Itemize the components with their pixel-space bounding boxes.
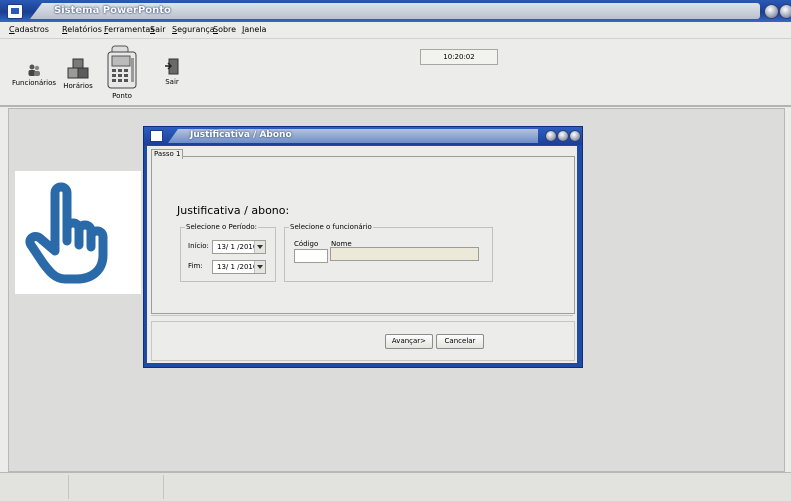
period-group-label: Selecione o Período: <box>185 223 259 231</box>
toolbar-sair-label: Sair <box>165 78 179 86</box>
divider <box>151 315 573 316</box>
toolbar-funcionarios-label: Funcionários <box>11 79 57 87</box>
menu-janela[interactable]: Janela <box>242 25 266 34</box>
dialog-button-bar: Avançar> Cancelar <box>151 321 575 361</box>
clock-display: 10:20:02 <box>420 49 498 65</box>
fim-date-value: 13/ 1 /2010 <box>217 263 258 271</box>
employee-group: Selecione o funcionário Código Nome <box>284 223 493 282</box>
app-system-menu-icon[interactable] <box>7 4 23 19</box>
menu-bar: Cadastros Relatórios Ferramentas Sair Se… <box>0 22 791 39</box>
status-panel-1 <box>0 475 69 499</box>
inicio-date-value: 13/ 1 /2010 <box>217 243 258 251</box>
tab-page: Justificativa / abono: Selecione o Perío… <box>151 156 575 314</box>
fim-date-picker[interactable]: 13/ 1 /2010 <box>212 260 266 274</box>
fim-label: Fim: <box>188 262 203 270</box>
inicio-date-picker[interactable]: 13/ 1 /2010 <box>212 240 266 254</box>
menu-sobre[interactable]: Sobre <box>213 25 236 34</box>
avancar-button[interactable]: Avançar> <box>385 334 433 349</box>
toolbar-ponto-label: Ponto <box>112 92 132 100</box>
toolbar-horarios-label: Horários <box>63 82 93 90</box>
nome-field <box>330 247 479 261</box>
status-panel-3 <box>164 475 790 499</box>
hand-pointer-image <box>15 171 141 294</box>
status-panel-2 <box>69 475 164 499</box>
time-clock-icon <box>107 45 137 89</box>
inicio-label: Início: <box>188 242 209 250</box>
employee-group-label: Selecione o funcionário <box>289 223 373 231</box>
dialog-heading: Justificativa / abono: <box>177 204 290 217</box>
app-titlebar: Sistema PowerPonto <box>0 0 791 22</box>
boxes-icon <box>67 58 89 79</box>
dialog-titlebar: Justificativa / Abono <box>144 127 582 145</box>
dialog-title-tab: Justificativa / Abono <box>168 129 538 143</box>
codigo-input[interactable] <box>294 249 328 263</box>
dialog-title: Justificativa / Abono <box>190 130 292 140</box>
menu-seguranca[interactable]: Segurança <box>172 25 215 34</box>
dialog-maximize-button[interactable] <box>557 130 569 142</box>
app-title-tab: Sistema PowerPonto <box>30 3 760 19</box>
tab-passo-1[interactable]: Passo 1 <box>151 149 184 159</box>
app-title: Sistema PowerPonto <box>54 5 171 16</box>
toolbar-ponto-button[interactable]: Ponto <box>100 44 144 100</box>
status-bar <box>0 472 791 501</box>
period-group: Selecione o Período: Início: 13/ 1 /2010… <box>180 223 276 282</box>
dialog-system-menu-icon[interactable] <box>150 130 163 142</box>
exit-door-icon <box>165 58 179 75</box>
chevron-down-icon[interactable] <box>254 261 265 273</box>
toolbar-horarios-button[interactable]: Horários <box>60 58 96 90</box>
dialog-minimize-button[interactable] <box>545 130 557 142</box>
chevron-down-icon[interactable] <box>254 241 265 253</box>
toolbar-sair-button[interactable]: Sair <box>158 58 186 86</box>
menu-sair[interactable]: Sair <box>150 25 166 34</box>
cancelar-button[interactable]: Cancelar <box>436 334 484 349</box>
menu-cadastros[interactable]: Cadastros <box>9 25 49 34</box>
menu-relatorios[interactable]: Relatórios <box>62 25 102 34</box>
codigo-label: Código <box>294 240 319 248</box>
justificativa-dialog: Justificativa / Abono Passo 1 Justificat… <box>143 126 583 368</box>
dialog-close-button[interactable] <box>569 130 581 142</box>
menu-ferramentas[interactable]: Ferramentas <box>104 25 154 34</box>
toolbar-funcionarios-button[interactable]: Funcionários <box>11 63 57 87</box>
users-icon <box>28 64 40 76</box>
maximize-button[interactable] <box>779 4 791 19</box>
minimize-button[interactable] <box>764 4 779 19</box>
dialog-client: Passo 1 Justificativa / abono: Selecione… <box>147 146 577 363</box>
hand-pointer-icon <box>25 182 108 284</box>
